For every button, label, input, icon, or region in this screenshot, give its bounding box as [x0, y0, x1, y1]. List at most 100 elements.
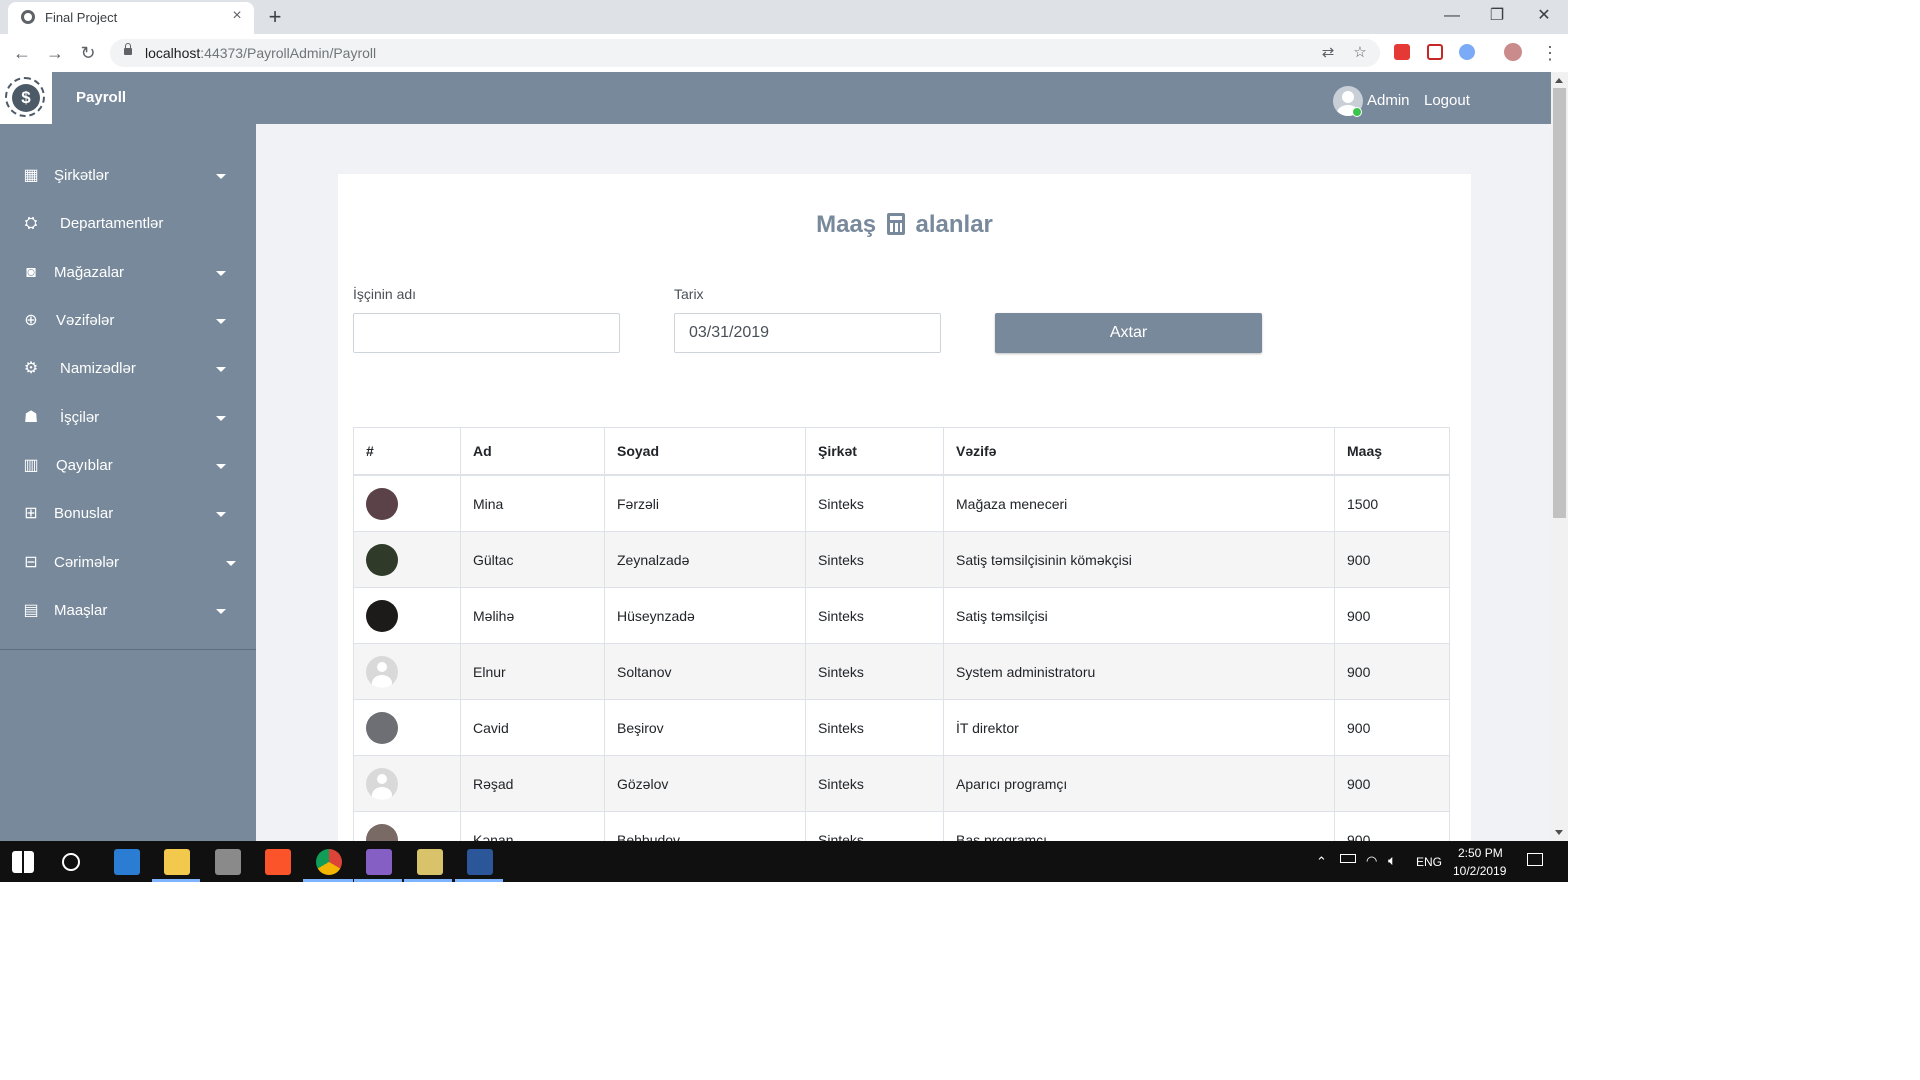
- cell-first-name: Rəşad: [460, 755, 605, 812]
- search-button[interactable]: Axtar: [995, 313, 1262, 353]
- tab-close-icon[interactable]: ×: [228, 7, 246, 25]
- page-title-left: Maaş: [816, 211, 877, 238]
- translate-icon[interactable]: ⇄: [1318, 43, 1338, 63]
- reload-button[interactable]: ↻: [76, 41, 100, 65]
- employee-photo: [366, 487, 398, 520]
- forward-button[interactable]: →: [43, 41, 67, 65]
- address-bar[interactable]: localhost:44373/PayrollAdmin/Payroll ⇄ ☆: [110, 39, 1380, 67]
- back-button[interactable]: ←: [10, 41, 34, 65]
- employee-photo: [366, 543, 398, 576]
- table-row[interactable]: Gültac Zeynalzadə Sinteks Satiş təmsilçisin…: [353, 531, 1450, 588]
- sidebar-item[interactable]: ▤ Maaşlar: [0, 589, 256, 633]
- pocket-extension-icon[interactable]: [1394, 44, 1410, 60]
- battery-icon[interactable]: [1340, 854, 1356, 863]
- cell-company: Sinteks: [805, 531, 944, 588]
- sidebar-item[interactable]: ▦ Şirkətlər: [0, 154, 256, 198]
- cell-first-name: Cavid: [460, 699, 605, 756]
- cell-photo: [353, 474, 461, 532]
- sidebar-item[interactable]: ⊞ Bonuslar: [0, 492, 256, 536]
- minimize-button[interactable]: —: [1429, 4, 1475, 28]
- app-header: $ Payroll Admin Logout: [0, 72, 1551, 124]
- building-icon: ▦: [23, 167, 39, 184]
- chrome-menu-icon[interactable]: ⋮: [1538, 41, 1562, 65]
- language-indicator[interactable]: ENG: [1416, 855, 1442, 869]
- sidebar-item[interactable]: ⊟ Cərimələr: [0, 541, 256, 585]
- cell-company: Sinteks: [805, 699, 944, 756]
- active-indicator: [303, 879, 353, 882]
- main-content: Maaş alanlar İşçinin adı Tarix Axtar # A…: [256, 124, 1551, 841]
- tools-app-icon[interactable]: [417, 849, 443, 875]
- vertical-scrollbar[interactable]: [1551, 72, 1568, 841]
- caret-down-icon[interactable]: [226, 561, 236, 566]
- scroll-down-arrow-icon[interactable]: [1555, 830, 1563, 835]
- date-input[interactable]: [674, 313, 941, 353]
- restore-button[interactable]: ❐: [1474, 4, 1520, 28]
- table-row[interactable]: Cavid Beşirov Sinteks İT direktor 900: [353, 699, 1450, 756]
- users-cog-icon: ⚙: [23, 360, 39, 377]
- sidebar-item[interactable]: ⊕ Vəzifələr: [0, 299, 256, 343]
- clock-date[interactable]: 10/2/2019: [1453, 864, 1506, 878]
- word-icon[interactable]: [467, 849, 493, 875]
- sidebar-item[interactable]: ⚙ Namizədlər: [0, 347, 256, 391]
- shield-app-icon[interactable]: [215, 849, 241, 875]
- caret-down-icon[interactable]: [216, 416, 226, 421]
- brave-browser-icon[interactable]: [265, 849, 291, 875]
- minus-square-icon: ⊟: [24, 554, 38, 571]
- caret-down-icon[interactable]: [216, 319, 226, 324]
- cell-photo: [353, 531, 461, 588]
- cortana-icon[interactable]: [62, 853, 80, 871]
- logo[interactable]: $: [0, 72, 52, 124]
- new-tab-button[interactable]: +: [264, 6, 286, 28]
- cell-first-name: Mina: [460, 474, 605, 532]
- browser-tab[interactable]: Final Project ×: [8, 2, 254, 34]
- caret-down-icon[interactable]: [216, 367, 226, 372]
- clock-time[interactable]: 2:50 PM: [1458, 846, 1503, 860]
- dollar-icon: $: [12, 84, 40, 112]
- sidebar-item[interactable]: ☗ İşçilər: [0, 396, 256, 440]
- table-row[interactable]: Mina Fərzəli Sinteks Mağaza meneceri 1500: [353, 474, 1450, 532]
- sidebar-item[interactable]: ⛭ Departamentlər: [0, 202, 256, 246]
- table-row[interactable]: Elnur Soltanov Sinteks System administrator…: [353, 643, 1450, 700]
- logout-link[interactable]: Logout: [1424, 92, 1470, 109]
- sidebar-item[interactable]: ◙ Mağazalar: [0, 251, 256, 295]
- cell-company: Sinteks: [805, 755, 944, 812]
- scrollbar-thumb[interactable]: [1553, 88, 1566, 518]
- vscode-icon[interactable]: [114, 849, 140, 875]
- bookmark-star-icon[interactable]: ☆: [1350, 43, 1370, 63]
- window-close-button[interactable]: ✕: [1521, 4, 1567, 28]
- sidebar-item-label: Mağazalar: [54, 264, 125, 281]
- notifications-icon[interactable]: [1527, 853, 1543, 866]
- windows-start-icon[interactable]: [12, 851, 34, 873]
- caret-down-icon[interactable]: [216, 174, 226, 179]
- scroll-up-arrow-icon[interactable]: [1555, 78, 1563, 83]
- table-row[interactable]: Kənan Behbudov Sinteks Baş programçı 900: [353, 811, 1450, 841]
- visual-studio-icon[interactable]: [366, 849, 392, 875]
- table-row[interactable]: Rəşad Gözəlov Sinteks Aparıcı programçı 900: [353, 755, 1450, 812]
- sidebar-item[interactable]: ▥ Qayıblar: [0, 444, 256, 488]
- employee-photo: [366, 599, 398, 632]
- calculator-icon: ▤: [23, 602, 39, 619]
- extension-icon[interactable]: [1459, 44, 1475, 60]
- caret-down-icon[interactable]: [216, 464, 226, 469]
- cell-position: İT direktor: [943, 699, 1335, 756]
- volume-icon[interactable]: 🔈︎: [1388, 852, 1396, 869]
- user-name[interactable]: Admin: [1367, 92, 1410, 109]
- wifi-icon[interactable]: ◠: [1366, 853, 1377, 869]
- caret-down-icon[interactable]: [216, 271, 226, 276]
- cell-position: Mağaza meneceri: [943, 474, 1335, 532]
- chrome-icon[interactable]: [316, 849, 342, 875]
- extension-icon[interactable]: [1427, 44, 1443, 60]
- active-indicator: [455, 879, 503, 882]
- profile-avatar[interactable]: [1504, 43, 1522, 61]
- caret-down-icon[interactable]: [216, 512, 226, 517]
- brand-name[interactable]: Payroll: [76, 89, 126, 106]
- cell-salary: 900: [1334, 699, 1450, 756]
- table-row[interactable]: Məlihə Hüseynzadə Sinteks Satiş təmsilçisi 9…: [353, 587, 1450, 644]
- caret-down-icon[interactable]: [216, 609, 226, 614]
- cell-salary: 900: [1334, 755, 1450, 812]
- tray-chevron-icon[interactable]: ⌃: [1316, 854, 1327, 870]
- cell-position: Satiş təmsilçisinin köməkçisi: [943, 531, 1335, 588]
- cell-company: Sinteks: [805, 474, 944, 532]
- employee-name-input[interactable]: [353, 313, 620, 353]
- file-explorer-icon[interactable]: [164, 849, 190, 875]
